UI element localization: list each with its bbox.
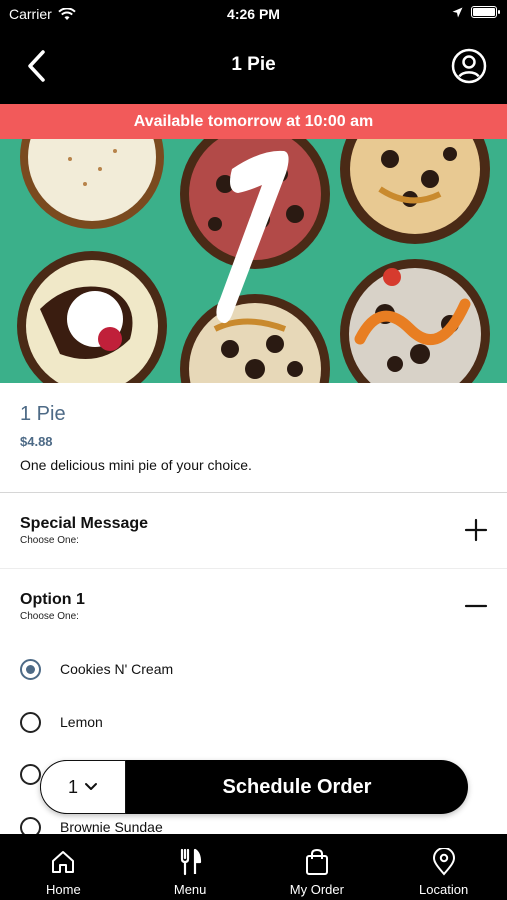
battery-icon <box>471 6 500 18</box>
tab-label: Menu <box>173 882 207 897</box>
profile-button[interactable] <box>449 46 489 86</box>
tab-home[interactable]: Home <box>0 834 127 900</box>
tab-bar: Home Menu My Order Location <box>0 834 507 900</box>
section-title: Special Message <box>20 515 149 532</box>
product-description: One delicious mini pie of your choice. <box>20 457 252 473</box>
option-label: Cookies N' Cream <box>60 661 174 677</box>
status-time: 4:26 PM <box>227 6 280 22</box>
radio-button[interactable] <box>20 711 41 733</box>
special-message-section[interactable]: Special Message Choose One: <box>0 493 507 569</box>
tab-label: Location <box>419 882 469 897</box>
schedule-order-button[interactable]: Schedule Order <box>126 760 468 814</box>
status-bar: Carrier 4:26 PM <box>0 0 507 30</box>
option-label: Lemon <box>60 714 103 730</box>
status-right <box>452 6 500 18</box>
minus-icon <box>464 604 488 608</box>
page-title: 1 Pie <box>231 54 276 75</box>
nav-bar: 1 Pie <box>0 30 507 104</box>
quantity-selector[interactable]: 1 <box>40 760 126 814</box>
expand-special-message-button[interactable] <box>463 517 489 543</box>
bag-icon <box>303 848 331 876</box>
tab-label: My Order <box>289 882 344 897</box>
tab-location[interactable]: Location <box>380 834 507 900</box>
section-subtitle: Choose One: <box>20 611 79 622</box>
chevron-down-icon <box>85 783 97 790</box>
location-arrow-icon <box>452 7 463 17</box>
pies-illustration <box>17 139 490 383</box>
availability-banner: Available tomorrow at 10:00 am <box>0 104 507 139</box>
product-name: 1 Pie <box>20 403 66 425</box>
utensils-icon <box>176 848 204 876</box>
radio-button-selected[interactable] <box>20 658 41 680</box>
tab-label: Home <box>46 882 81 897</box>
option-row[interactable]: Lemon <box>20 706 480 738</box>
plus-icon <box>464 518 488 542</box>
tab-my-order[interactable]: My Order <box>254 834 381 900</box>
order-bar: 1 Schedule Order <box>40 760 468 814</box>
product-hero-image <box>0 139 507 383</box>
collapse-option-1-button[interactable] <box>463 593 489 619</box>
radio-button[interactable] <box>20 763 41 785</box>
user-icon <box>451 48 487 84</box>
tab-menu[interactable]: Menu <box>127 834 254 900</box>
product-price: $4.88 <box>20 434 53 449</box>
option-label: Brownie Sundae <box>60 819 163 835</box>
section-title: Option 1 <box>20 591 85 608</box>
section-subtitle: Choose One: <box>20 535 79 546</box>
product-info: 1 Pie $4.88 One delicious mini pie of yo… <box>0 383 507 493</box>
home-icon <box>49 848 77 876</box>
option-1-section[interactable]: Option 1 Choose One: <box>0 569 507 639</box>
option-row[interactable]: Cookies N' Cream <box>20 653 480 685</box>
location-pin-icon <box>430 848 458 876</box>
quantity-value: 1 <box>67 776 78 797</box>
